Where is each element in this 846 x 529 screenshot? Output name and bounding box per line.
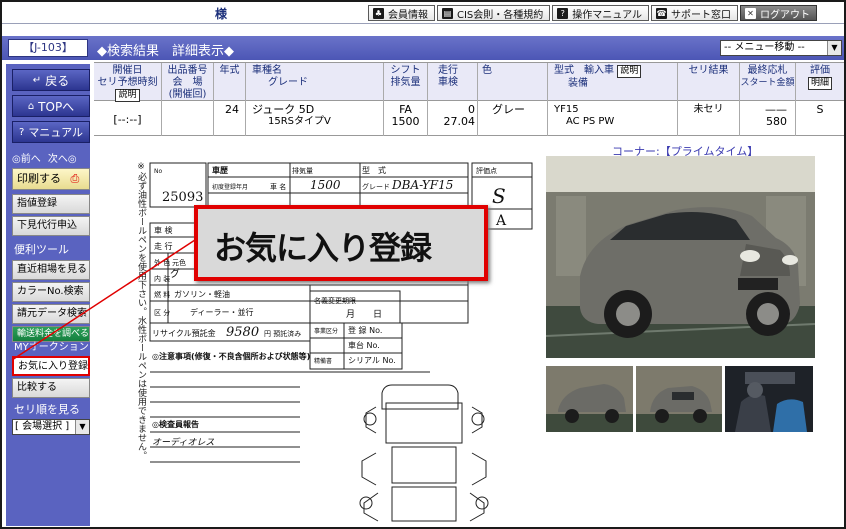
- car-thumb-rear[interactable]: [636, 366, 722, 432]
- window-frame: 様 ♣ 会員情報 ▤ CIS会則・各種規約 ? 操作マニュアル ☎ サポート窓口…: [0, 0, 846, 529]
- zoom-label: お気に入り登録: [214, 229, 432, 267]
- favorite-zoom-callout: お気に入り登録: [194, 205, 488, 281]
- car-thumb-front[interactable]: [546, 366, 633, 432]
- car-photo-main[interactable]: [546, 156, 815, 358]
- car-thumb-interior[interactable]: [725, 366, 813, 432]
